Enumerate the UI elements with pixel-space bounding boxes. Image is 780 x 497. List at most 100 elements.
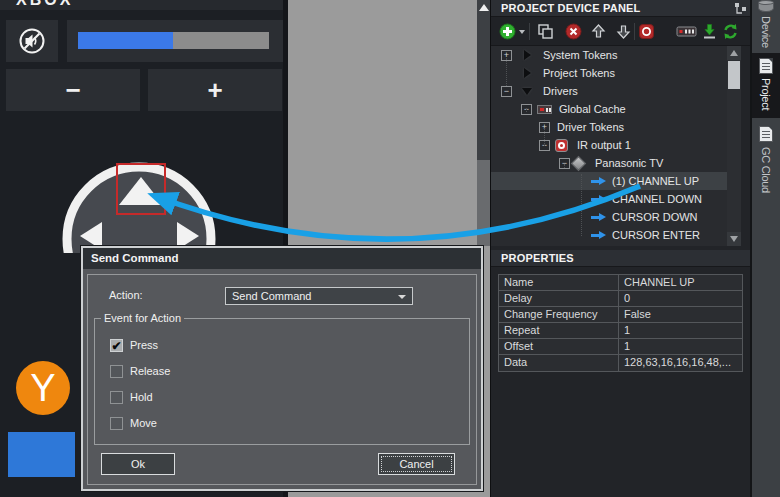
move-checkbox[interactable] [110, 417, 123, 430]
panel-menu-icon[interactable] [734, 2, 747, 15]
property-name: Delay [499, 291, 619, 306]
cancel-button[interactable]: Cancel [378, 453, 455, 475]
mute-icon [19, 28, 45, 54]
property-value[interactable]: 1 [619, 339, 742, 354]
tree-item-drivers[interactable]: − Drivers [491, 82, 727, 100]
tab-gc-cloud[interactable]: GC Cloud [760, 147, 772, 193]
tree-item-system-tokens[interactable]: +System Tokens [491, 46, 727, 64]
tree-item--1-channel-up[interactable]: (1) CHANNEL UP [491, 172, 727, 190]
driver-diamond-icon [571, 156, 587, 172]
volume-track[interactable] [78, 32, 269, 49]
property-row-delay: Delay0 [499, 291, 742, 307]
selection-highlight-box [116, 163, 166, 215]
tree-item-label: CURSOR DOWN [612, 211, 698, 223]
tree-item-channel-down[interactable]: CHANNEL DOWN [491, 190, 727, 208]
ir-output-icon [555, 139, 568, 152]
command-arrow-icon [591, 231, 606, 240]
command-arrow-icon [591, 195, 606, 204]
download-icon[interactable] [701, 23, 718, 40]
dialog-title-bar[interactable]: Send Command [83, 248, 481, 269]
tree-item-label: Panasonic TV [595, 157, 663, 169]
action-label: Action: [109, 289, 143, 301]
device-tree: +System Tokens Project Tokens − Drivers− Glo… [491, 46, 727, 246]
tree-item-driver-tokens[interactable]: +Driver Tokens [491, 118, 727, 136]
checkbox-label: Hold [130, 391, 153, 403]
chevron-down-icon [398, 295, 406, 299]
scroll-down-icon [730, 236, 738, 242]
property-name: Change Frequency [499, 307, 619, 322]
command-arrow-icon [591, 213, 606, 222]
property-row-repeat: Repeat1 [499, 323, 742, 339]
tree-scrollbar[interactable] [727, 46, 741, 246]
tree-scrollbar-thumb[interactable] [728, 61, 740, 89]
tree-item-label: Global Cache [559, 103, 626, 115]
refresh-icon[interactable] [722, 23, 739, 40]
property-row-name: NameCHANNEL UP [499, 275, 742, 291]
press-checkbox[interactable]: ✔ [110, 339, 123, 352]
checkbox-label: Release [130, 365, 170, 377]
property-value[interactable]: 128,63,16,16,16,48,... [619, 355, 742, 371]
property-row-data: Data128,63,16,16,16,48,... [499, 355, 742, 371]
volume-fill [78, 32, 173, 49]
y-button[interactable]: Y [16, 361, 70, 415]
canvas-scrollbar-track[interactable] [477, 160, 490, 246]
volume-slider[interactable] [67, 20, 283, 62]
tree-item-label: Driver Tokens [557, 121, 624, 133]
device-title: XBOX [16, 0, 73, 9]
move-down-icon[interactable] [615, 23, 632, 40]
send-command-dialog: Send Command Action: Send Command Event … [81, 246, 483, 491]
tree-item-label: Project Tokens [543, 67, 615, 79]
tree-item-label: Drivers [543, 85, 578, 97]
hold-checkbox[interactable] [110, 391, 123, 404]
device-panel-toolbar [491, 17, 751, 46]
property-row-change-frequency: Change FrequencyFalse [499, 307, 742, 323]
device-title-bar: XBOX [0, 0, 283, 10]
ok-button[interactable]: Ok [101, 453, 175, 475]
release-checkbox[interactable] [110, 365, 123, 378]
volume-up-button[interactable]: + [148, 69, 282, 111]
project-device-panel-header: PROJECT DEVICE PANEL [491, 0, 751, 17]
property-row-offset: Offset1 [499, 339, 742, 355]
tree-item-project-tokens[interactable]: Project Tokens [491, 64, 727, 82]
properties-table: NameCHANNEL UPDelay0Change FrequencyFals… [498, 274, 743, 372]
mute-button[interactable] [6, 20, 58, 62]
scroll-up-icon[interactable] [479, 4, 489, 11]
global-cache-device-icon [537, 105, 552, 114]
tree-item-cursor-enter[interactable]: CURSOR ENTER [491, 226, 727, 244]
expanded-arrow-icon [522, 88, 532, 95]
scroll-down-button[interactable] [727, 232, 741, 246]
delete-icon[interactable] [565, 23, 582, 40]
property-value[interactable]: CHANNEL UP [619, 275, 742, 290]
copy-icon[interactable] [537, 23, 554, 40]
properties-title: PROPERTIES [501, 252, 574, 264]
document-icon[interactable] [759, 126, 773, 142]
collapse-icon[interactable]: − [501, 86, 512, 97]
properties-header: PROPERTIES [491, 250, 751, 267]
record-icon[interactable] [638, 23, 655, 40]
property-value[interactable]: 0 [619, 291, 742, 306]
blue-button[interactable] [8, 432, 75, 477]
dialog-title: Send Command [91, 252, 179, 264]
device-icon[interactable] [676, 23, 697, 40]
property-name: Repeat [499, 323, 619, 338]
checkbox-label: Move [130, 417, 157, 429]
tree-item-label: (1) CHANNEL UP [612, 175, 699, 187]
tree-item-cursor-down[interactable]: CURSOR DOWN [491, 208, 727, 226]
tree-item-ir-output-1[interactable]: −IR output 1 [491, 136, 727, 154]
volume-down-button[interactable]: − [6, 69, 140, 111]
add-icon[interactable] [499, 23, 516, 40]
tab-device[interactable]: Device [760, 16, 772, 48]
move-up-icon[interactable] [590, 23, 607, 40]
property-value[interactable]: 1 [619, 323, 742, 338]
scroll-up-button[interactable] [727, 46, 741, 60]
tab-project[interactable]: Project [752, 53, 780, 118]
property-name: Data [499, 355, 619, 371]
property-value[interactable]: False [619, 307, 742, 322]
action-value: Send Command [232, 290, 312, 302]
device-cylinder-icon[interactable] [758, 0, 774, 13]
tree-item-panasonic-tv[interactable]: −Panasonic TV [491, 154, 727, 172]
checkbox-label: Press [130, 339, 158, 351]
document-icon [759, 58, 773, 74]
action-dropdown[interactable]: Send Command [225, 287, 413, 305]
add-dropdown-icon[interactable] [519, 30, 525, 34]
